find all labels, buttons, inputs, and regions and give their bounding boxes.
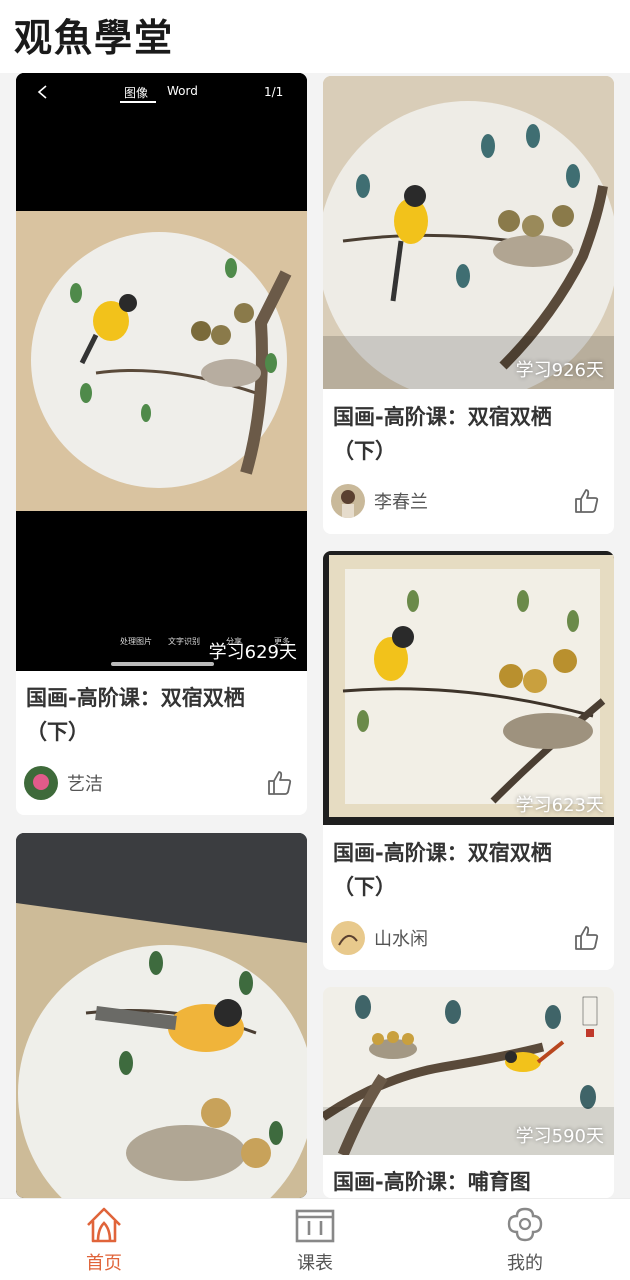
bird-painting-image [16,73,307,671]
thumbs-up-icon[interactable] [572,487,600,515]
post-card[interactable] [16,833,307,1198]
post-card[interactable]: 学习590天 国画-高阶课：哺育图 [323,987,614,1198]
tab-profile[interactable]: 我的 [470,1205,580,1279]
tab-label: 首页 [86,1253,122,1274]
thumbs-up-icon[interactable] [265,769,293,797]
bird-painting-image [16,833,307,1198]
tab-home[interactable]: 首页 [49,1205,159,1279]
tab-schedule[interactable]: 课表 [260,1205,370,1279]
bottom-tab-bar: 首页 课表 我的 [0,1198,630,1280]
avatar[interactable] [331,484,365,518]
viewer-toolbar: 图像 Word 1/1 [16,73,307,113]
post-card[interactable]: 图像 Word 1/1 处理图片 文字识别 分享 更多 学习629天 国画-高阶… [16,73,307,815]
post-image[interactable]: 学习623天 [323,551,614,825]
page-counter: 1/1 [264,85,284,99]
post-image[interactable]: 图像 Word 1/1 处理图片 文字识别 分享 更多 学习629天 [16,73,307,671]
bird-painting-image [323,76,614,389]
tool-process-image[interactable]: 处理图片 [120,636,152,647]
post-image[interactable]: 学习590天 [323,987,614,1155]
author-info[interactable]: 艺洁 [24,765,103,801]
author-name[interactable]: 山水闲 [374,925,428,951]
study-days-badge: 学习926天 [515,360,604,381]
post-title[interactable]: 国画-高阶课：双宿双栖（下） [26,681,297,749]
chevron-left-icon[interactable] [36,85,50,99]
profile-icon [507,1207,543,1242]
study-days-badge: 学习629天 [208,642,297,663]
active-tab-underline [120,101,156,103]
schedule-icon [295,1209,335,1243]
post-image[interactable]: 学习926天 [323,76,614,389]
app-header: 观魚學堂 [0,0,630,73]
post-image[interactable] [16,833,307,1198]
post-title[interactable]: 国画-高阶课：哺育图 [333,1165,604,1198]
author-name[interactable]: 李春兰 [374,488,428,514]
viewer-tab-image[interactable]: 图像 [124,84,148,101]
post-title[interactable]: 国画-高阶课：双宿双栖（下） [333,400,604,468]
study-days-badge: 学习623天 [515,795,604,816]
post-card[interactable]: 学习926天 国画-高阶课：双宿双栖（下） 李春兰 [323,76,614,534]
home-icon [87,1207,121,1243]
thumbs-up-icon[interactable] [572,924,600,952]
viewer-tab-word[interactable]: Word [167,84,198,98]
author-info[interactable]: 山水闲 [331,920,428,956]
tool-text-recognition[interactable]: 文字识别 [168,636,200,647]
tab-label: 课表 [297,1253,333,1274]
app-logo: 观魚學堂 [14,15,175,60]
author-info[interactable]: 李春兰 [331,483,428,519]
bird-painting-image [323,551,614,825]
tab-label: 我的 [507,1253,543,1274]
avatar[interactable] [331,921,365,955]
post-card[interactable]: 学习623天 国画-高阶课：双宿双栖（下） 山水闲 [323,551,614,970]
avatar[interactable] [24,766,58,800]
author-name[interactable]: 艺洁 [67,770,103,796]
post-title[interactable]: 国画-高阶课：双宿双栖（下） [333,836,604,904]
study-days-badge: 学习590天 [515,1126,604,1147]
